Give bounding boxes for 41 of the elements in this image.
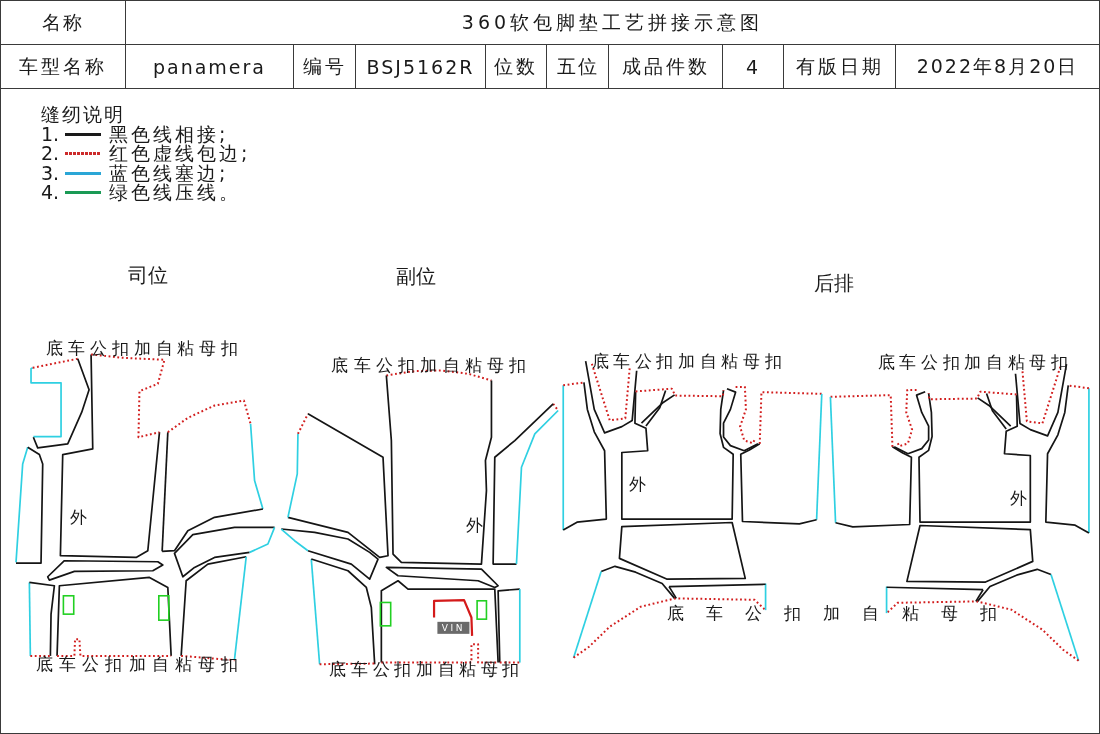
legend-number: 3. <box>41 163 61 183</box>
note-label: 底 车 公 扣 加 自 粘 母 扣 <box>666 602 997 623</box>
section-title: 副位 <box>396 264 437 289</box>
table-cell: 编号 <box>294 45 356 88</box>
legend-number: 4. <box>41 183 61 203</box>
table-cell: 五位 <box>547 45 609 88</box>
table-cell: panamera <box>126 45 294 88</box>
legend-text: 绿色线压线。 <box>109 183 241 203</box>
table-cell: 名称 <box>1 1 126 44</box>
note-label: 底车公扣加自粘母扣 <box>877 352 1068 373</box>
rectangle-outline-icon <box>476 600 488 620</box>
side-label: 外 <box>1010 487 1028 508</box>
legend-text: 蓝色线塞边; <box>109 163 229 183</box>
table-cell: 成品件数 <box>609 45 723 88</box>
table-cell: BSJ5162R <box>356 45 486 88</box>
rectangle-outline-icon <box>158 595 170 621</box>
note-label: 底车公扣加自粘母扣 <box>329 658 520 679</box>
side-label: 外 <box>69 506 87 527</box>
table-cell: 车型名称 <box>1 45 126 88</box>
table-cell: 有版日期 <box>784 45 896 88</box>
section-title: 司位 <box>128 263 169 288</box>
note-label: 底车公扣加自粘母扣 <box>331 355 527 376</box>
table-cell-text: 2022年8月20日 <box>915 53 1080 79</box>
vin-frame <box>432 599 474 636</box>
note-label: 底车公扣加自粘母扣 <box>591 351 782 372</box>
rectangle-outline-icon <box>379 601 392 627</box>
legend-number: 2. <box>41 144 61 164</box>
rectangle-outline-icon <box>62 595 75 615</box>
drawing-title: 360软包脚垫工艺拼接示意图 <box>460 9 765 35</box>
legend-title: 缝纫说明 <box>41 105 125 125</box>
side-label: 外 <box>465 514 483 535</box>
legend-number: 1. <box>41 124 60 144</box>
section-title: 后排 <box>813 271 854 296</box>
table-cell: 位数 <box>486 45 547 88</box>
legend-text: 黑色线相接; <box>109 124 229 144</box>
side-label: 外 <box>629 473 647 494</box>
note-label: 底车公扣加自粘母扣 <box>36 653 239 674</box>
legend-text: 红色虚线包边; <box>109 144 251 164</box>
table-cell: 4 <box>723 45 784 88</box>
vin-tag: VIN <box>437 621 470 634</box>
note-label: 底车公扣加自粘母扣 <box>46 338 239 359</box>
